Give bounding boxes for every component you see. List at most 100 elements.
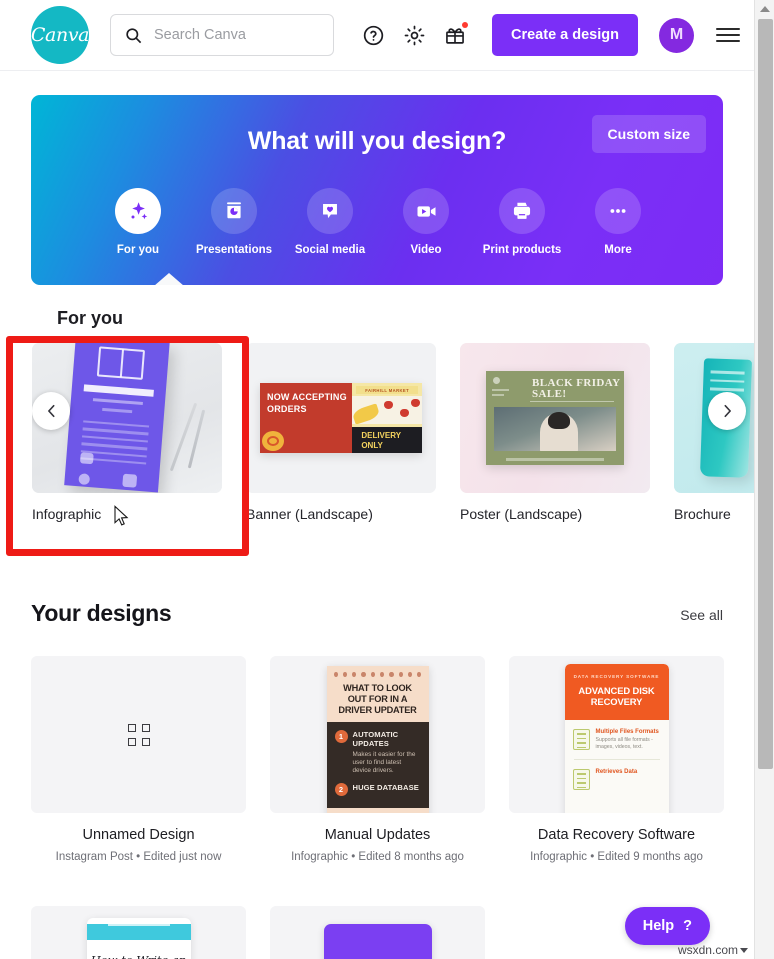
watermark-caret-icon — [740, 947, 748, 953]
banner-market-tag: FAIRHILL MARKET — [356, 386, 418, 394]
infographic-title: ADVANCED DISK RECOVERY — [578, 685, 655, 707]
template-thumbnail: NOW ACCEPTING ORDERS FAIRHILL MARKET DEL… — [246, 343, 436, 493]
model-hair — [548, 412, 570, 429]
custom-size-button[interactable]: Custom size — [591, 115, 706, 153]
chevron-left-icon[interactable] — [32, 392, 70, 430]
browser-viewport: Canva Search Canva Create a design M Wha… — [0, 0, 754, 959]
poster-line — [492, 394, 504, 396]
template-thumbnail: BLACK FRIDAY SALE! — [460, 343, 650, 493]
design-thumbnail[interactable]: How to Write an — [31, 906, 246, 959]
vertical-scrollbar[interactable] — [754, 0, 774, 959]
item-title: HUGE DATABASE — [352, 783, 419, 792]
flyer-sub-bar — [92, 398, 143, 405]
gift-icon — [122, 473, 138, 488]
item-text: Multiple Files Formats Supports all file… — [596, 729, 661, 751]
document-header-band — [86, 924, 191, 940]
printer-icon-circle — [499, 188, 545, 234]
category-tab-print-products[interactable]: Print products — [483, 188, 561, 256]
item-body: Supports all file formats - images, vide… — [595, 737, 653, 750]
question-circle-icon[interactable] — [358, 20, 388, 50]
category-tab-more[interactable]: More — [587, 188, 649, 256]
category-tab-presentations[interactable]: Presentations — [196, 188, 272, 256]
question-mark-icon: ? — [683, 918, 692, 934]
video-camera-icon-circle — [403, 188, 449, 234]
infographic-title: WHAT TO LOOK OUT FOR IN A DRIVER UPDATER — [338, 683, 417, 715]
see-all-link[interactable]: See all — [680, 607, 723, 627]
template-card-brochure[interactable]: Brochure — [674, 343, 754, 538]
presentation-chart-icon-circle — [211, 188, 257, 234]
ellipsis-icon-circle — [595, 188, 641, 234]
chevron-right-icon[interactable] — [708, 392, 746, 430]
sparkle-icon — [131, 202, 148, 220]
category-tab-label: Print products — [482, 244, 562, 256]
item-title: AUTOMATIC UPDATES — [352, 730, 399, 748]
badge-icon — [78, 473, 91, 486]
for-you-section: For you Infographic NOW ACCEPTING ORDERS… — [0, 285, 754, 538]
canva-homepage: Canva Search Canva Create a design M Wha… — [0, 0, 774, 959]
hamburger-menu-icon[interactable] — [716, 23, 740, 47]
scroll-up-arrow-icon[interactable] — [755, 0, 774, 18]
avatar[interactable]: M — [659, 17, 694, 53]
driver-updater-infographic-art: WHAT TO LOOK OUT FOR IN A DRIVER UPDATER… — [326, 666, 429, 813]
template-card-infographic[interactable]: Infographic — [32, 343, 222, 538]
search-input[interactable]: Search Canva — [110, 14, 334, 56]
scrollbar-thumb[interactable] — [758, 19, 773, 769]
flyer-title-bar — [83, 384, 154, 397]
chart-icon — [572, 769, 590, 790]
top-navigation-bar: Canva Search Canva Create a design M — [0, 0, 754, 71]
your-designs-heading: Your designs — [31, 600, 172, 626]
design-thumbnail: DATA RECOVERY SOFTWARE ADVANCED DISK REC… — [509, 656, 724, 813]
design-thumbnail[interactable] — [270, 906, 485, 959]
how-to-write-document-art: How to Write an — [86, 918, 191, 959]
clipboard-icon — [572, 729, 590, 750]
create-a-design-button[interactable]: Create a design — [492, 14, 638, 56]
canva-logo-text: Canva — [30, 24, 90, 46]
orange-fruit-art — [262, 431, 284, 451]
purple-blank-design-art — [323, 924, 432, 959]
hamburger-line — [716, 34, 740, 36]
banner-plate — [351, 396, 422, 425]
strawberry-art — [400, 409, 410, 417]
template-card-poster-landscape[interactable]: BLACK FRIDAY SALE! Poster (Landscape) — [460, 343, 650, 538]
avatar-initial: M — [669, 26, 684, 43]
infographic-item: Retrieves Data — [565, 760, 669, 790]
design-card[interactable]: WHAT TO LOOK OUT FOR IN A DRIVER UPDATER… — [270, 656, 485, 863]
template-card-banner-landscape[interactable]: NOW ACCEPTING ORDERS FAIRHILL MARKET DEL… — [246, 343, 436, 538]
design-thumbnail: WHAT TO LOOK OUT FOR IN A DRIVER UPDATER… — [270, 656, 485, 813]
canva-logo[interactable]: Canva — [31, 6, 89, 64]
item-body: Makes it easier for the user to find lat… — [352, 751, 416, 774]
notepad-binding-dots — [327, 666, 429, 677]
strawberry-art — [384, 401, 394, 409]
category-tab-label: Video — [410, 244, 442, 256]
infographic-item: Multiple Files Formats Supports all file… — [565, 720, 669, 751]
book-icon — [96, 346, 146, 380]
active-tab-pointer — [154, 273, 184, 285]
design-card[interactable]: DATA RECOVERY SOFTWARE ADVANCED DISK REC… — [509, 656, 724, 863]
item-number: 2 — [334, 783, 348, 796]
cart-icon — [79, 452, 94, 465]
banner-art: NOW ACCEPTING ORDERS FAIRHILL MARKET DEL… — [260, 383, 422, 453]
design-card[interactable]: Unnamed Design Instagram Post • Edited j… — [31, 656, 246, 863]
your-designs-second-row: How to Write an — [31, 906, 724, 959]
help-button[interactable]: Help ? — [624, 907, 710, 945]
category-tab-social-media[interactable]: Social media — [295, 188, 365, 256]
item-number: 1 — [334, 730, 348, 743]
hamburger-line — [716, 28, 740, 30]
poster-line — [492, 389, 509, 391]
printer-icon — [513, 202, 531, 219]
item-title: Retrieves Data — [595, 769, 638, 775]
disk-recovery-infographic-art: DATA RECOVERY SOFTWARE ADVANCED DISK REC… — [564, 664, 669, 813]
heart-speech-bubble-icon-circle — [307, 188, 353, 234]
banana-art — [351, 403, 381, 425]
poster-headline: BLACK FRIDAY SALE! — [532, 377, 621, 400]
design-thumbnail — [31, 656, 246, 813]
design-name: Unnamed Design — [82, 827, 195, 843]
category-tab-video[interactable]: Video — [395, 188, 457, 256]
template-card-label: Poster (Landscape) — [460, 506, 583, 522]
gear-icon[interactable] — [399, 20, 429, 50]
for-you-heading: For you — [57, 308, 123, 328]
infographic-kicker: DATA RECOVERY SOFTWARE — [573, 674, 660, 679]
infographic-flyer-art — [64, 343, 170, 493]
category-tab-for-you[interactable]: For you — [107, 188, 169, 256]
gift-icon[interactable] — [440, 20, 470, 50]
